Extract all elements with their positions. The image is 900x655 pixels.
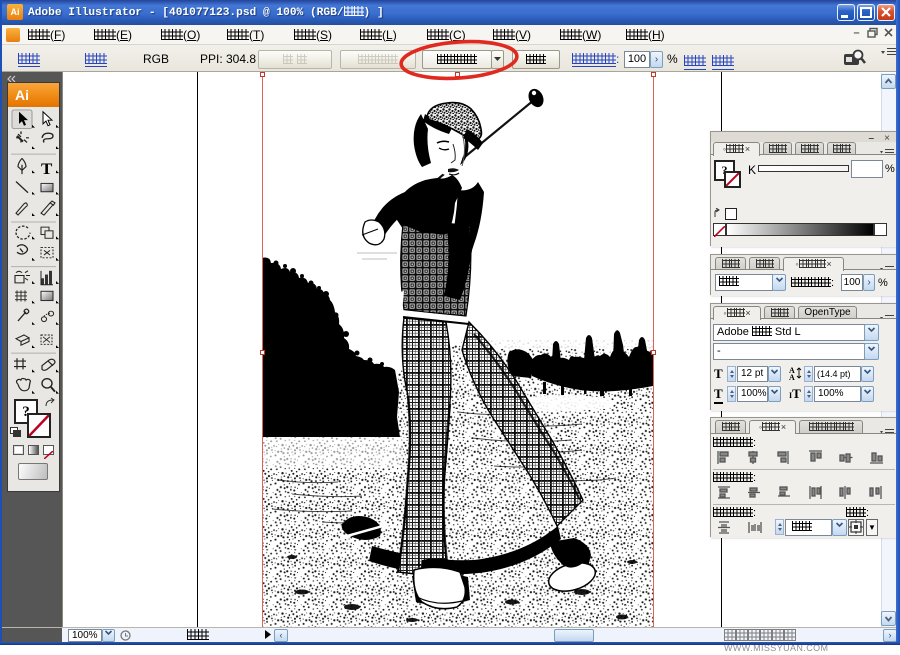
- svg-text:A: A: [789, 373, 795, 380]
- svg-text:T: T: [41, 160, 52, 178]
